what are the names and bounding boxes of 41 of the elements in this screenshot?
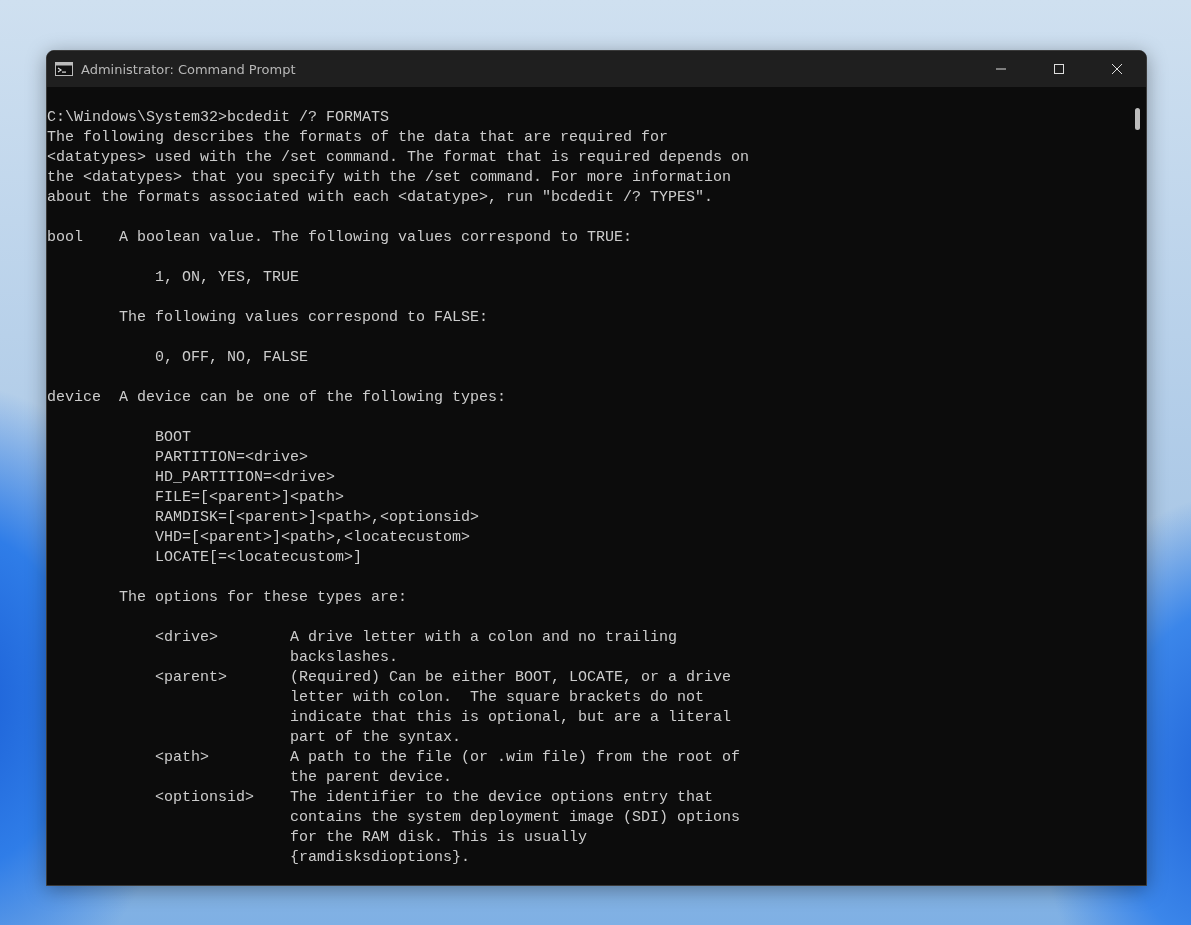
console-line: for the RAM disk. This is usually xyxy=(290,828,588,848)
console-line: RAMDISK=[<parent>]<path>,<optionsid> xyxy=(155,508,480,528)
console-line: <datatypes> used with the /set command. The format that is required depends on xyxy=(47,148,750,168)
console-line: part of the syntax. xyxy=(290,728,462,748)
console-line: The identifier to the device options entry that xyxy=(290,788,714,808)
console-line: The following describes the formats of the data that are required for xyxy=(47,128,669,148)
maximize-icon xyxy=(1053,63,1065,75)
console-line: A boolean value. The following values correspond to TRUE: xyxy=(119,228,633,248)
console-line: The following values correspond to FALSE: xyxy=(119,308,489,328)
scrollbar-thumb[interactable] xyxy=(1134,108,1140,130)
console-line: VHD=[<parent>]<path>,<locatecustom> xyxy=(155,528,471,548)
console-line: FILE=[<parent>]<path> xyxy=(155,488,345,508)
console-line: LOCATE[=<locatecustom>] xyxy=(155,548,363,568)
console-line: letter with colon. The square brackets do not xyxy=(290,688,705,708)
console-term: <parent> xyxy=(155,668,228,688)
console-icon xyxy=(55,62,73,76)
console-line: C:\Windows\System32>bcdedit /? FORMATS xyxy=(47,108,390,128)
console-line: backslashes. xyxy=(290,648,399,668)
console-line: contains the system deployment image (SDI) options xyxy=(290,808,741,828)
console-line: The options for these types are: xyxy=(119,588,408,608)
console-line: indicate that this is optional, but are a literal xyxy=(290,708,732,728)
console-line: A path to the file (or .wim file) from the root of xyxy=(290,748,741,768)
close-icon xyxy=(1111,63,1123,75)
console-term: <drive> xyxy=(155,628,219,648)
console-line: the <datatypes> that you specify with the /set command. For more information xyxy=(47,168,732,188)
console-line: PARTITION=<drive> xyxy=(155,448,309,468)
console-line: (Required) Can be either BOOT, LOCATE, or a drive xyxy=(290,668,732,688)
console-line: 0, OFF, NO, FALSE xyxy=(155,348,309,368)
console-line: {ramdisksdioptions}. xyxy=(290,848,471,868)
console-line: BOOT xyxy=(155,428,192,448)
window-title: Administrator: Command Prompt xyxy=(81,61,296,77)
console-line: A drive letter with a colon and no trailing xyxy=(290,628,678,648)
console-term: <optionsid> xyxy=(155,788,255,808)
console-term: device xyxy=(47,388,101,408)
console-line: HD_PARTITION=<drive> xyxy=(155,468,336,488)
console-line: the parent device. xyxy=(290,768,453,788)
console-line: A device can be one of the following types: xyxy=(119,388,507,408)
console-term: <path> xyxy=(155,748,210,768)
console-term: bool xyxy=(47,228,83,248)
console-line: about the formats associated with each <datatype>, run "bcdedit /? TYPES". xyxy=(47,188,714,208)
console-line: 1, ON, YES, TRUE xyxy=(155,268,300,288)
